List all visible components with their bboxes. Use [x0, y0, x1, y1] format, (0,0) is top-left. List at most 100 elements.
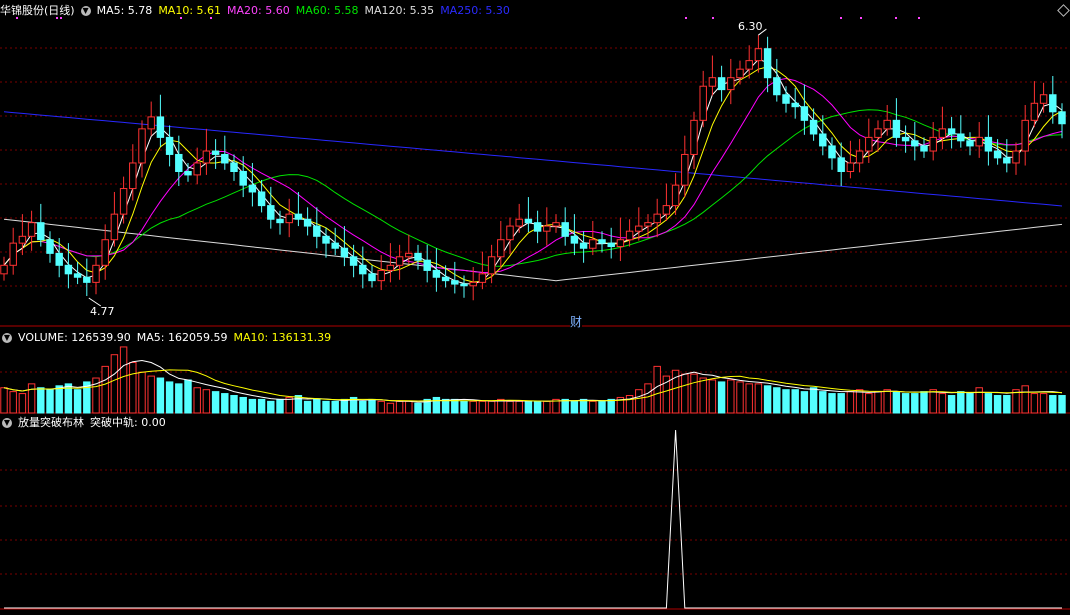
chevron-down-icon[interactable]: ▼ [80, 6, 91, 16]
candle-body [349, 256, 358, 266]
candle-body [257, 191, 266, 207]
chevron-down-icon[interactable]: ▼ [2, 418, 12, 428]
volume-bar [984, 393, 993, 414]
volume-bar [892, 391, 901, 414]
volume-bar [598, 400, 606, 414]
candle-body [322, 235, 330, 244]
volume-bar [1030, 393, 1039, 414]
volume-bar [763, 385, 772, 414]
volume-bar [460, 400, 468, 414]
candle-body [754, 48, 763, 62]
candle-body [211, 150, 220, 155]
candle-body [377, 269, 385, 282]
candle-body [331, 242, 339, 249]
volume-bar [230, 395, 238, 414]
volume-bar [211, 391, 220, 414]
volume-bar [791, 389, 799, 414]
price-legend: 华锦股份(日线) ▼ MA5: 5.78 MA10: 5.61 MA20: 5.60 MA… [0, 2, 516, 20]
candle-body [966, 140, 974, 147]
volume-bar [570, 400, 579, 414]
volume-bar [561, 398, 569, 414]
chart-canvas[interactable] [0, 0, 1070, 612]
ma250-label: MA250: 5.30 [440, 4, 510, 17]
candle-body [561, 222, 569, 237]
volume-bar [138, 371, 146, 414]
volume-bar [248, 398, 257, 414]
volume-bar [202, 389, 211, 414]
candle-body [110, 213, 119, 241]
signal-dot [840, 17, 842, 19]
candle-body [340, 247, 349, 258]
candle-body [119, 188, 128, 215]
volume-bar [1049, 395, 1057, 414]
ma10-line [3, 66, 1063, 283]
candle-body [745, 60, 753, 70]
candle-body [221, 153, 229, 164]
volume-bar [957, 391, 965, 414]
volume-bar [690, 373, 698, 414]
candle-body [267, 205, 275, 220]
candle-body [64, 264, 73, 275]
volume-bar [386, 402, 395, 414]
chart-stage[interactable]: 华锦股份(日线) ▼ MA5: 5.78 MA10: 5.61 MA20: 5.60 MA… [0, 0, 1070, 612]
volume-bar [800, 391, 809, 414]
volume-bar [110, 354, 119, 414]
volume-bar [589, 400, 597, 414]
volume-bar [966, 393, 974, 414]
candle-body [579, 242, 588, 249]
volume-bar [809, 387, 818, 414]
volume-bar [129, 361, 137, 414]
volume-bar [745, 383, 753, 414]
chevron-down-icon[interactable]: ▼ [2, 333, 12, 343]
volume-bar [1012, 389, 1020, 414]
candle-body [469, 281, 477, 287]
candle-body [248, 184, 257, 193]
volume-bar [727, 379, 735, 414]
candle-body [313, 225, 321, 237]
candle-body [782, 94, 790, 104]
signal-dot [685, 17, 687, 19]
volume-bar [377, 400, 385, 414]
candle-body [957, 133, 965, 142]
candle-body [543, 225, 551, 232]
candle-body [708, 77, 717, 87]
volume-bar [607, 398, 615, 414]
candle-body [975, 136, 983, 147]
candle-body [533, 222, 542, 232]
candle-body [202, 150, 211, 164]
low-price-label: 4.77 [90, 305, 115, 318]
volume-bar [782, 389, 790, 414]
volume-bar [855, 389, 864, 414]
volume-bar [156, 377, 165, 414]
candle-body [1012, 150, 1020, 164]
volume-bar [773, 387, 781, 414]
volume-bar [303, 400, 312, 414]
candle-body [662, 205, 671, 215]
candle-body [515, 218, 523, 227]
candle-body [717, 77, 726, 91]
volume-bar [920, 391, 928, 414]
candle-body [699, 85, 707, 121]
candle-body [285, 213, 293, 224]
candle-body [865, 136, 873, 152]
volume-bar [911, 393, 919, 414]
candle-body [451, 280, 459, 285]
candle-body [92, 264, 100, 283]
candle-body [18, 235, 27, 244]
candle-body [230, 162, 238, 173]
candle-body [552, 222, 560, 227]
volume-bar [46, 389, 54, 414]
volume-bar [828, 393, 836, 414]
candle-body [883, 119, 891, 130]
event-marker-label[interactable]: 财 [570, 313, 583, 330]
volume-bar [9, 391, 17, 414]
candle-body [1039, 94, 1048, 104]
volume-bar [901, 393, 910, 414]
volume-bar [543, 400, 551, 414]
candle-body [193, 162, 201, 176]
candle-body [773, 77, 781, 96]
candle-body [294, 213, 303, 220]
candle-body [239, 171, 247, 186]
volume-bar [414, 402, 422, 414]
candle-body [423, 259, 431, 271]
